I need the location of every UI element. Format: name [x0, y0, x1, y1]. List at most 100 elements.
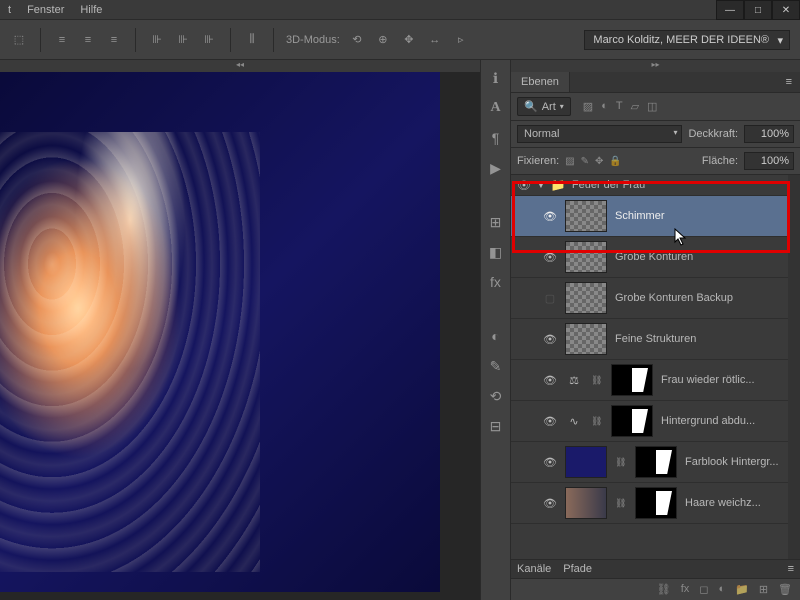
- filter-type-icon[interactable]: T: [616, 100, 623, 113]
- mask-thumbnail[interactable]: [611, 364, 653, 396]
- layer-name[interactable]: Grobe Konturen: [615, 251, 782, 263]
- lock-paint-icon[interactable]: ✎: [581, 156, 589, 167]
- minimize-button[interactable]: —: [716, 0, 744, 20]
- document-canvas[interactable]: [0, 72, 440, 592]
- play-icon[interactable]: ▶: [486, 158, 506, 178]
- lock-transparent-icon[interactable]: ▨: [565, 156, 574, 167]
- visibility-icon[interactable]: 👁: [543, 333, 557, 346]
- filter-adjust-icon[interactable]: ◐: [601, 100, 608, 113]
- lock-position-icon[interactable]: ✥: [595, 156, 603, 167]
- adjustment-icon[interactable]: ◐: [718, 583, 725, 596]
- layer-name[interactable]: Farblook Hintergr...: [685, 456, 782, 468]
- new-layer-icon[interactable]: ⊞: [759, 583, 768, 596]
- maximize-button[interactable]: □: [744, 0, 772, 20]
- character-icon[interactable]: A: [486, 98, 506, 118]
- link-layers-icon[interactable]: ⛓: [657, 583, 671, 596]
- visibility-icon[interactable]: 👁: [543, 456, 557, 469]
- panel-menu-icon[interactable]: ≡: [788, 563, 794, 575]
- visibility-icon[interactable]: 👁: [543, 497, 557, 510]
- fill-input[interactable]: 100%: [744, 152, 794, 170]
- history-icon[interactable]: ⟲: [486, 386, 506, 406]
- layer-row[interactable]: 👁 ∿ ⛓ Hintergrund abdu...: [511, 401, 788, 442]
- scrollbar[interactable]: [788, 175, 800, 559]
- menu-item-t[interactable]: t: [8, 4, 11, 16]
- blend-mode-dropdown[interactable]: Normal: [517, 125, 682, 143]
- slide-icon[interactable]: ↔: [426, 31, 444, 49]
- align-icon[interactable]: ≡: [53, 31, 71, 49]
- swatches-icon[interactable]: ⊞: [486, 212, 506, 232]
- layer-name[interactable]: Hintergrund abdu...: [661, 415, 782, 427]
- group-name[interactable]: Feuer der Frau: [572, 179, 782, 191]
- layer-row[interactable]: 👁 Feine Strukturen: [511, 319, 788, 360]
- fx-icon[interactable]: fx: [681, 583, 690, 596]
- color-icon[interactable]: ◧: [486, 242, 506, 262]
- group-arrow-icon[interactable]: ▼: [537, 181, 545, 190]
- visibility-icon[interactable]: 👁: [517, 179, 531, 192]
- workspace-preset-dropdown[interactable]: Marco Kolditz, MEER DER IDEEN®: [584, 30, 790, 50]
- layer-name[interactable]: Schimmer: [615, 210, 782, 222]
- pan-icon[interactable]: ✥: [400, 31, 418, 49]
- filter-shape-icon[interactable]: ▱: [631, 100, 639, 113]
- brushes-icon[interactable]: ✎: [486, 356, 506, 376]
- tab-layers[interactable]: Ebenen: [511, 72, 570, 92]
- visibility-icon[interactable]: 👁: [543, 210, 557, 223]
- roll-icon[interactable]: ⊕: [374, 31, 392, 49]
- align-icon-3[interactable]: ≡: [105, 31, 123, 49]
- collapse-toggle[interactable]: ◂◂: [0, 60, 480, 72]
- layer-name[interactable]: Haare weichz...: [685, 497, 782, 509]
- layer-row[interactable]: 👁 Grobe Konturen: [511, 237, 788, 278]
- tool-icon[interactable]: ⬚: [10, 31, 28, 49]
- spacing-icon[interactable]: ⫼: [243, 31, 261, 49]
- zoom-icon[interactable]: ▹: [452, 31, 470, 49]
- visibility-icon[interactable]: 👁: [543, 374, 557, 387]
- filter-pixel-icon[interactable]: ▨: [583, 100, 593, 113]
- filter-smart-icon[interactable]: ◫: [647, 100, 657, 113]
- close-button[interactable]: ✕: [772, 0, 800, 20]
- lock-all-icon[interactable]: 🔒: [609, 156, 621, 167]
- visibility-icon[interactable]: 👁: [543, 415, 557, 428]
- tab-paths[interactable]: Pfade: [563, 563, 592, 575]
- link-icon: ⛓: [615, 498, 627, 509]
- menu-fenster[interactable]: Fenster: [27, 4, 64, 16]
- distribute-icon-2[interactable]: ⊪: [174, 31, 192, 49]
- layer-row[interactable]: 👁 ⛓ Farblook Hintergr...: [511, 442, 788, 483]
- fill-thumbnail[interactable]: [565, 446, 607, 478]
- mask-thumbnail[interactable]: [635, 446, 677, 478]
- layer-row-schimmer[interactable]: 👁 Schimmer: [511, 196, 788, 237]
- layer-thumbnail[interactable]: [565, 487, 607, 519]
- layer-row[interactable]: 👁 ⛓ Haare weichz...: [511, 483, 788, 524]
- tab-channels[interactable]: Kanäle: [517, 563, 551, 575]
- mask-thumbnail[interactable]: [611, 405, 653, 437]
- opacity-input[interactable]: 100%: [744, 125, 794, 143]
- layer-group-header[interactable]: 👁 ▼ 📁 Feuer der Frau: [511, 175, 788, 196]
- layer-row[interactable]: ▢ Grobe Konturen Backup: [511, 278, 788, 319]
- layer-thumbnail[interactable]: [565, 200, 607, 232]
- mask-thumbnail[interactable]: [635, 487, 677, 519]
- orbit-icon[interactable]: ⟲: [348, 31, 366, 49]
- adjustments-icon[interactable]: ◐: [486, 326, 506, 346]
- layer-row[interactable]: 👁 ⚖ ⛓ Frau wieder rötlic...: [511, 360, 788, 401]
- visibility-icon[interactable]: ▢: [543, 292, 557, 305]
- layer-thumbnail[interactable]: [565, 323, 607, 355]
- layer-name[interactable]: Frau wieder rötlic...: [661, 374, 782, 386]
- distribute-icon[interactable]: ⊪: [148, 31, 166, 49]
- group-icon[interactable]: 📁: [735, 583, 749, 596]
- styles-icon[interactable]: fx: [486, 272, 506, 292]
- canvas-area[interactable]: ◂◂: [0, 60, 480, 600]
- layer-name[interactable]: Feine Strukturen: [615, 333, 782, 345]
- distribute-icon-3[interactable]: ⊪: [200, 31, 218, 49]
- layer-thumbnail[interactable]: [565, 241, 607, 273]
- layer-thumbnail[interactable]: [565, 282, 607, 314]
- align-icon-2[interactable]: ≡: [79, 31, 97, 49]
- panel-collapse[interactable]: ▸▸: [511, 60, 800, 72]
- layer-name[interactable]: Grobe Konturen Backup: [615, 292, 782, 304]
- properties-icon[interactable]: ⊟: [486, 416, 506, 436]
- visibility-icon[interactable]: 👁: [543, 251, 557, 264]
- menu-hilfe[interactable]: Hilfe: [80, 4, 102, 16]
- panel-menu-icon[interactable]: ≡: [778, 72, 800, 92]
- delete-icon[interactable]: 🗑: [778, 583, 792, 596]
- info-icon[interactable]: ℹ: [486, 68, 506, 88]
- mask-icon[interactable]: ◻: [699, 583, 708, 596]
- layer-filter-dropdown[interactable]: 🔍 Art ▾: [517, 97, 571, 116]
- paragraph-icon[interactable]: ¶: [486, 128, 506, 148]
